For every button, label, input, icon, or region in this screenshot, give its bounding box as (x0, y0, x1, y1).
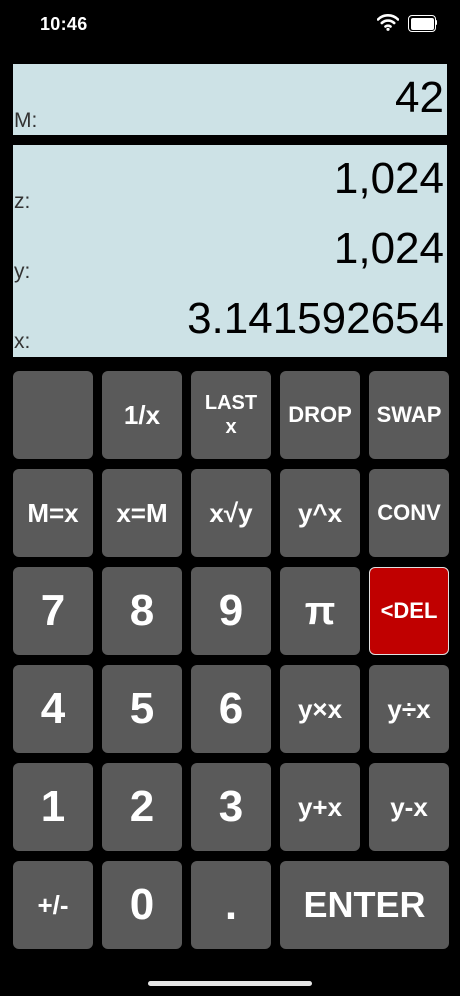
digit-1-key[interactable]: 1 (13, 763, 93, 851)
change-sign-key[interactable]: +/- (13, 861, 93, 949)
digit-4-key[interactable]: 4 (13, 665, 93, 753)
power-key[interactable]: y^x (280, 469, 360, 557)
digit-7-key[interactable]: 7 (13, 567, 93, 655)
register-x-value: 3.141592654 (187, 294, 444, 343)
delete-key[interactable]: <DEL (369, 567, 449, 655)
battery-icon (408, 15, 437, 32)
digit-6-key[interactable]: 6 (191, 665, 271, 753)
decimal-point-key[interactable]: . (191, 861, 271, 949)
register-z-label: z: (14, 190, 31, 213)
register-y-value: 1,024 (333, 224, 444, 273)
pi-key[interactable]: π (280, 567, 360, 655)
memory-recall-key[interactable]: x=M (102, 469, 182, 557)
status-bar: 10:46 (0, 0, 460, 50)
digit-3-key[interactable]: 3 (191, 763, 271, 851)
subtract-key[interactable]: y-x (369, 763, 449, 851)
register-z: z: 1,024 (13, 145, 447, 216)
register-y: y: 1,024 (13, 215, 447, 286)
digit-5-key[interactable]: 5 (102, 665, 182, 753)
swap-key[interactable]: SWAP (369, 371, 449, 459)
home-indicator[interactable] (148, 981, 312, 986)
blank-key[interactable] (13, 371, 93, 459)
memory-display: M: 42 (13, 64, 447, 135)
memory-register: M: 42 (13, 64, 447, 135)
wifi-icon (377, 14, 399, 31)
register-x-label: x: (14, 330, 31, 353)
memory-value: 42 (395, 73, 444, 122)
enter-key[interactable]: ENTER (280, 861, 449, 949)
reciprocal-key[interactable]: 1/x (102, 371, 182, 459)
last-x-line2: x (225, 416, 237, 438)
digit-0-key[interactable]: 0 (102, 861, 182, 949)
digit-2-key[interactable]: 2 (102, 763, 182, 851)
memory-label: M: (14, 109, 38, 132)
digit-9-key[interactable]: 9 (191, 567, 271, 655)
digit-8-key[interactable]: 8 (102, 567, 182, 655)
register-x: x: 3.141592654 (13, 285, 447, 356)
add-key[interactable]: y+x (280, 763, 360, 851)
last-x-key[interactable]: LAST x (191, 371, 271, 459)
convert-key[interactable]: CONV (369, 469, 449, 557)
stack-display: z: 1,024 y: 1,024 x: 3.141592654 (13, 145, 447, 357)
divide-key[interactable]: y÷x (369, 665, 449, 753)
status-time: 10:46 (40, 14, 88, 34)
register-y-label: y: (14, 260, 31, 283)
drop-key[interactable]: DROP (280, 371, 360, 459)
last-x-line1: LAST (204, 392, 258, 414)
root-key[interactable]: x√y (191, 469, 271, 557)
memory-store-key[interactable]: M=x (13, 469, 93, 557)
multiply-key[interactable]: y×x (280, 665, 360, 753)
register-z-value: 1,024 (333, 154, 444, 203)
